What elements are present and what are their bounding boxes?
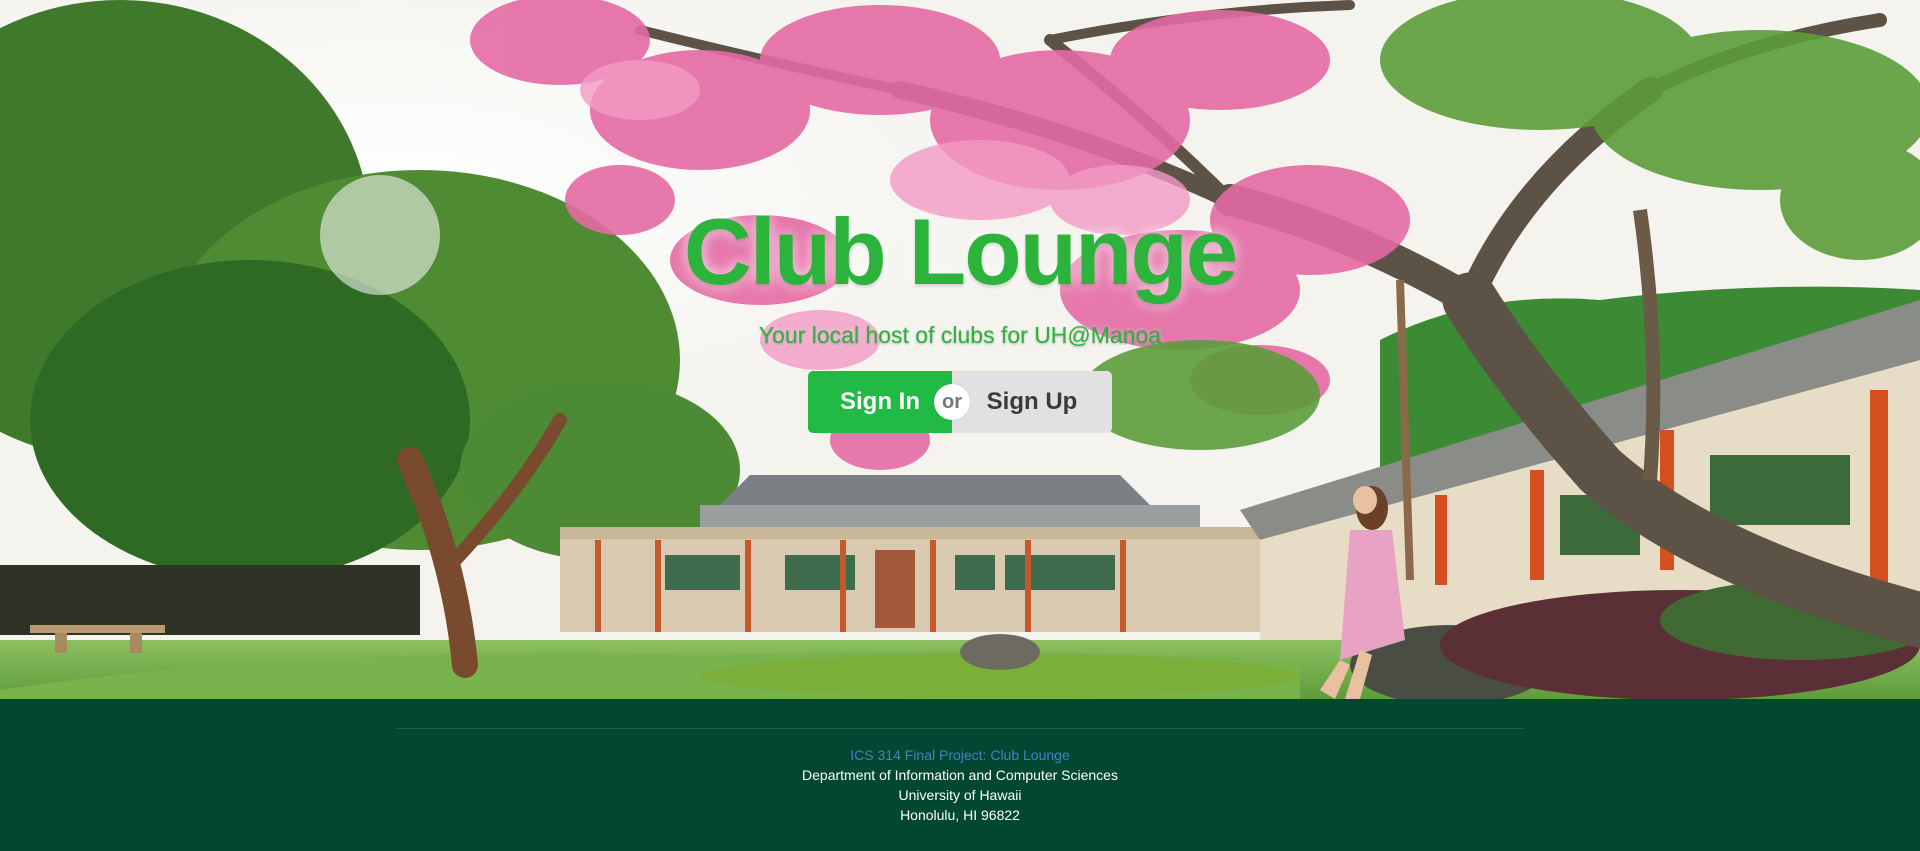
hero-section: Club Lounge Your local host of clubs for…: [0, 0, 1920, 699]
auth-button-group: Sign In Sign Up or: [808, 371, 1112, 433]
or-divider: or: [934, 384, 970, 420]
sign-in-button[interactable]: Sign In: [808, 371, 952, 433]
address-text: Honolulu, HI 96822: [900, 807, 1020, 823]
hero-subtitle: Your local host of clubs for UH@Manoa: [758, 322, 1162, 348]
footer: ICS 314 Final Project: Club Lounge Depar…: [0, 699, 1920, 851]
hero-title: Club Lounge: [683, 199, 1238, 304]
department-text: Department of Information and Computer S…: [802, 767, 1118, 783]
sign-up-button[interactable]: Sign Up: [952, 371, 1112, 433]
university-text: University of Hawaii: [898, 787, 1022, 803]
footer-text: ICS 314 Final Project: Club Lounge Depar…: [0, 745, 1920, 825]
footer-divider: [396, 728, 1524, 729]
hero-background-image: [0, 0, 1920, 699]
project-link[interactable]: ICS 314 Final Project: Club Lounge: [850, 747, 1069, 763]
